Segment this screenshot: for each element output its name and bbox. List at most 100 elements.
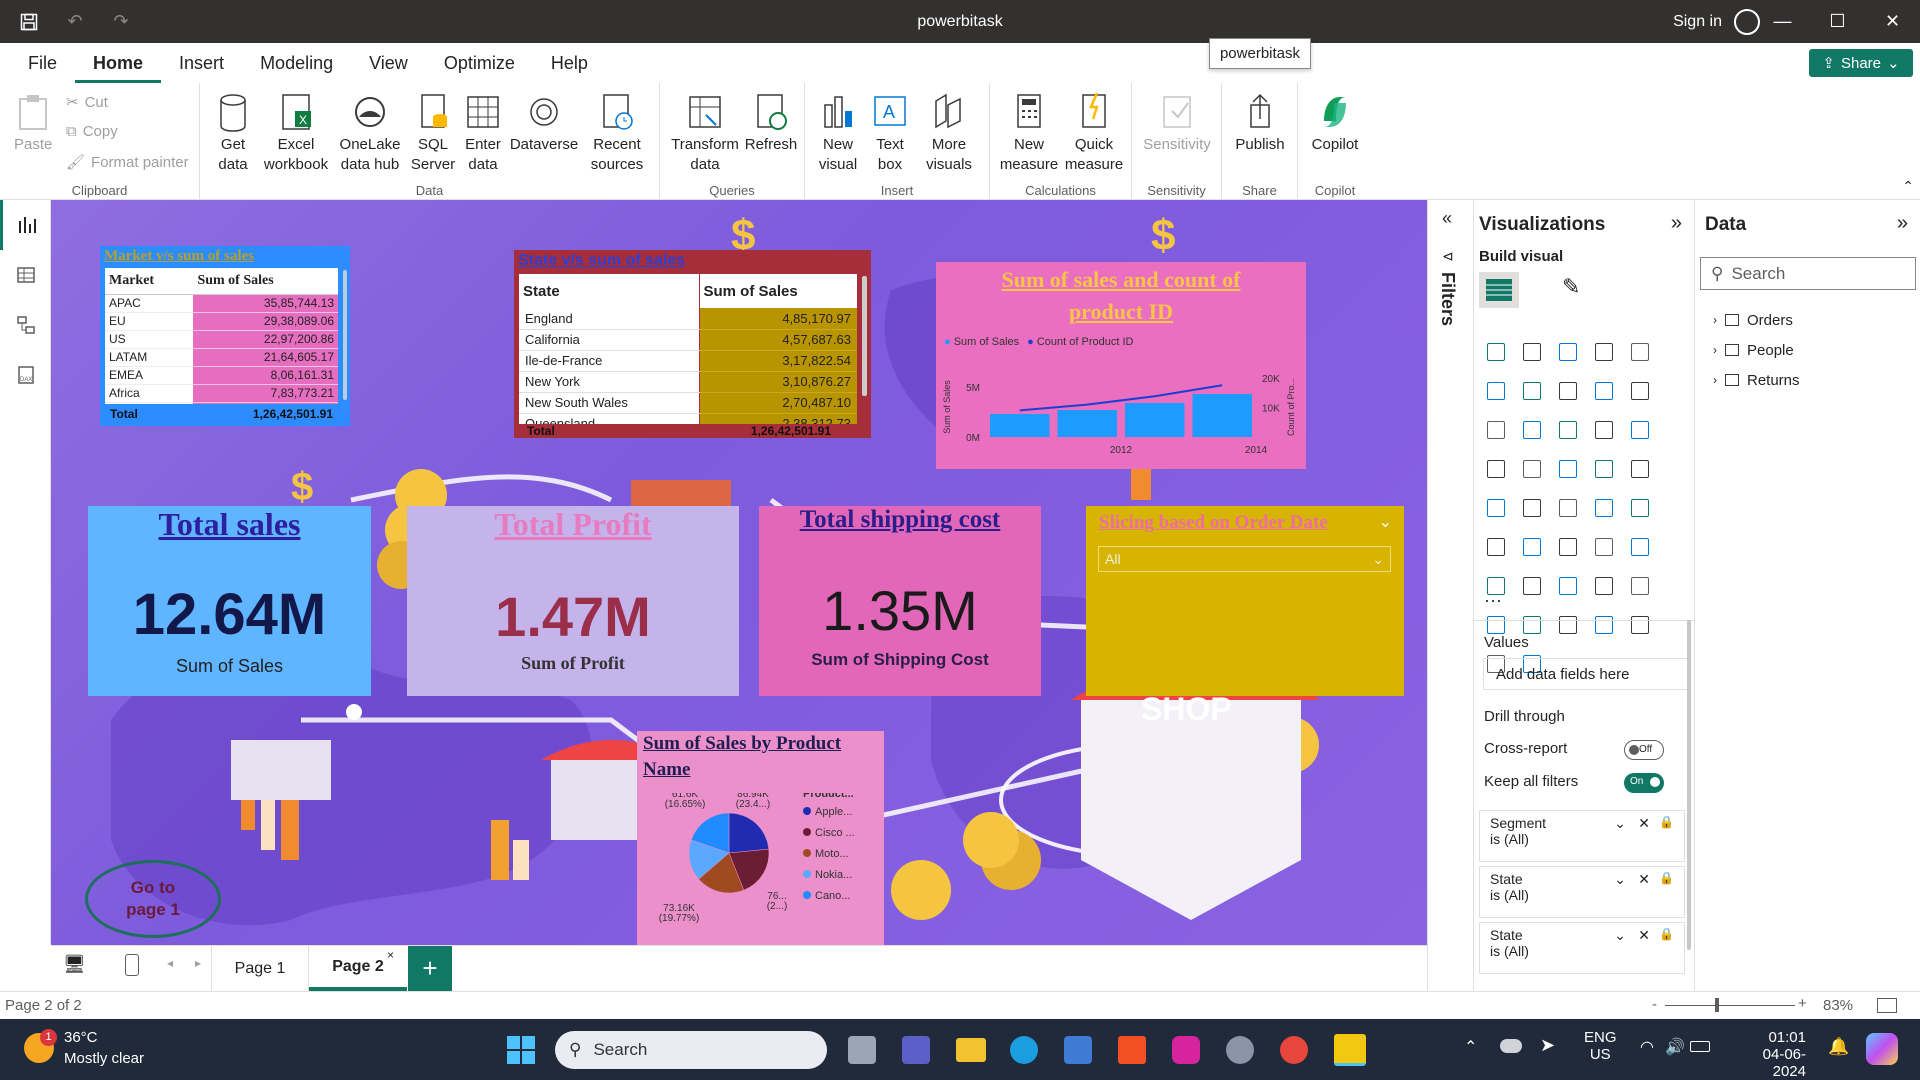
close-tab-icon[interactable]: × bbox=[387, 948, 394, 962]
visual-type-icon[interactable] bbox=[1523, 499, 1541, 517]
total-shipping-card[interactable]: Total shipping cost 1.35M Sum of Shippin… bbox=[759, 506, 1041, 696]
visual-type-icon[interactable] bbox=[1559, 382, 1577, 400]
visual-type-icon[interactable] bbox=[1487, 343, 1505, 361]
visual-type-icon[interactable] bbox=[1523, 382, 1541, 400]
filter-card[interactable]: Segment is (All) ⌄ ✕ 🔒 bbox=[1479, 810, 1685, 862]
visual-type-icon[interactable] bbox=[1559, 499, 1577, 517]
table-row[interactable]: California 4,57,687.63 bbox=[519, 329, 857, 351]
scroll-right-icon[interactable]: ▸ bbox=[195, 956, 201, 970]
format-painter-button[interactable]: 🖌 Format painter bbox=[66, 153, 189, 172]
publish-button[interactable]: Publish bbox=[1232, 91, 1288, 155]
zoom-slider[interactable] bbox=[1665, 1005, 1795, 1006]
add-data-field-well[interactable]: Add data fields here bbox=[1483, 658, 1691, 690]
zoom-slider-handle[interactable] bbox=[1715, 998, 1719, 1012]
visual-type-icon[interactable] bbox=[1631, 421, 1649, 439]
copilot-taskbar-icon[interactable] bbox=[1866, 1033, 1898, 1065]
save-icon[interactable] bbox=[12, 5, 46, 39]
sensitivity-button[interactable]: Sensitivity bbox=[1142, 91, 1212, 155]
fit-to-page-icon[interactable] bbox=[1877, 998, 1897, 1013]
visual-type-icon[interactable] bbox=[1487, 499, 1505, 517]
expand-panes-icon[interactable]: « bbox=[1442, 208, 1452, 229]
data-table-item[interactable]: › Orders bbox=[1713, 305, 1800, 335]
total-profit-card[interactable]: Total Profit 1.47M Sum of Profit bbox=[407, 506, 739, 696]
table-row[interactable]: APAC 35,85,744.13 bbox=[105, 294, 338, 313]
language-indicator[interactable]: ENG US bbox=[1584, 1029, 1617, 1063]
menu-home[interactable]: Home bbox=[75, 43, 162, 83]
onelake-button[interactable]: OneLake data hub bbox=[334, 91, 406, 175]
visual-type-icon[interactable] bbox=[1559, 538, 1577, 556]
tab-page-1[interactable]: Page 1 bbox=[211, 946, 309, 991]
table-row[interactable]: England 4,85,170.97 bbox=[519, 308, 857, 330]
pane-scrollbar[interactable] bbox=[1687, 620, 1691, 950]
cross-report-toggle[interactable]: Off bbox=[1624, 740, 1664, 760]
visual-type-icon[interactable] bbox=[1559, 343, 1577, 361]
table-row[interactable]: US 22,97,200.86 bbox=[105, 330, 338, 349]
column-header-market[interactable]: Market bbox=[105, 268, 193, 294]
visual-type-icon[interactable] bbox=[1595, 577, 1613, 595]
visual-type-icon[interactable] bbox=[1595, 538, 1613, 556]
close-button[interactable]: ✕ bbox=[1865, 0, 1920, 43]
menu-help[interactable]: Help bbox=[533, 43, 606, 83]
scroll-left-icon[interactable]: ◂ bbox=[167, 956, 173, 970]
onedrive-icon[interactable] bbox=[1500, 1039, 1522, 1053]
windows-start-icon[interactable] bbox=[507, 1036, 535, 1064]
table-scrollbar[interactable] bbox=[343, 270, 347, 400]
build-visual-tab[interactable] bbox=[1479, 272, 1519, 308]
lock-icon[interactable]: 🔒 bbox=[1659, 871, 1674, 885]
visual-type-icon[interactable] bbox=[1631, 616, 1649, 634]
data-table-item[interactable]: › Returns bbox=[1713, 365, 1800, 395]
model-view-icon[interactable] bbox=[0, 300, 51, 350]
visual-type-icon[interactable] bbox=[1487, 538, 1505, 556]
visual-type-icon[interactable] bbox=[1559, 460, 1577, 478]
share-button[interactable]: ⇪ Share ⌄ bbox=[1809, 49, 1913, 77]
visual-type-icon[interactable] bbox=[1631, 538, 1649, 556]
microsoft-store-icon[interactable] bbox=[1118, 1036, 1146, 1064]
column-header-sales[interactable]: Sum of Sales bbox=[193, 268, 338, 294]
visual-type-icon[interactable] bbox=[1487, 382, 1505, 400]
edge-icon[interactable] bbox=[1010, 1036, 1038, 1064]
battery-icon[interactable] bbox=[1690, 1041, 1710, 1052]
refresh-button[interactable]: Refresh bbox=[744, 91, 798, 155]
data-table-item[interactable]: › People bbox=[1713, 335, 1800, 365]
redo-icon[interactable]: ↷ bbox=[104, 5, 138, 39]
sql-server-button[interactable]: SQL Server bbox=[410, 91, 456, 175]
chevron-down-icon[interactable]: ⌄ bbox=[1614, 815, 1626, 832]
menu-insert[interactable]: Insert bbox=[161, 43, 242, 83]
copilot-button[interactable]: Copilot bbox=[1306, 91, 1364, 155]
visual-type-icon[interactable] bbox=[1595, 382, 1613, 400]
visual-type-icon[interactable] bbox=[1523, 577, 1541, 595]
volume-icon[interactable]: 🔊 bbox=[1665, 1037, 1685, 1057]
lock-icon[interactable]: 🔒 bbox=[1659, 927, 1674, 941]
order-date-slicer[interactable]: Slicing based on Order Date ⌄ All ⌄ bbox=[1086, 506, 1404, 696]
filter-card[interactable]: State is (All) ⌄ ✕ 🔒 bbox=[1479, 922, 1685, 974]
more-visuals-button[interactable]: More visuals bbox=[917, 91, 981, 175]
visual-type-icon[interactable] bbox=[1631, 382, 1649, 400]
more-visuals-icon[interactable]: ··· bbox=[1484, 590, 1502, 611]
visual-type-icon[interactable] bbox=[1523, 616, 1541, 634]
quick-measure-button[interactable]: Quick measure bbox=[1062, 91, 1126, 175]
mylio-icon[interactable] bbox=[1064, 1036, 1092, 1064]
new-measure-button[interactable]: New measure bbox=[998, 91, 1060, 175]
chevron-down-icon[interactable]: ⌄ bbox=[1614, 871, 1626, 888]
visual-type-icon[interactable] bbox=[1559, 577, 1577, 595]
visual-type-icon[interactable] bbox=[1631, 577, 1649, 595]
go-to-page-1-button[interactable]: Go to page 1 bbox=[85, 860, 221, 938]
power-bi-icon[interactable] bbox=[1334, 1034, 1366, 1066]
chrome-icon[interactable] bbox=[1280, 1036, 1308, 1064]
table-row[interactable]: EMEA 8,06,161.31 bbox=[105, 366, 338, 385]
desktop-layout-icon[interactable]: 🖥 bbox=[63, 954, 86, 975]
visual-type-icon[interactable] bbox=[1487, 616, 1505, 634]
teams-icon[interactable] bbox=[902, 1036, 930, 1064]
visual-type-icon[interactable] bbox=[1523, 421, 1541, 439]
state-sales-table[interactable]: State v/s sum of sales State Sum of Sale… bbox=[514, 250, 871, 438]
wifi-icon[interactable]: ◠ bbox=[1640, 1037, 1654, 1057]
table-row[interactable]: LATAM 21,64,605.17 bbox=[105, 348, 338, 367]
visual-type-icon[interactable] bbox=[1559, 616, 1577, 634]
table-row[interactable]: New South Wales 2,70,487.10 bbox=[519, 392, 857, 414]
table-row[interactable]: New York 3,10,876.27 bbox=[519, 371, 857, 393]
table-row[interactable]: Africa 7,83,773.21 bbox=[105, 384, 338, 403]
collapse-ribbon-icon[interactable]: ⌃ bbox=[1902, 178, 1914, 195]
table-row[interactable]: EU 29,38,089.06 bbox=[105, 312, 338, 331]
taskbar-search-input[interactable]: ⚲ Search bbox=[555, 1031, 827, 1069]
file-explorer-icon[interactable] bbox=[956, 1038, 986, 1062]
